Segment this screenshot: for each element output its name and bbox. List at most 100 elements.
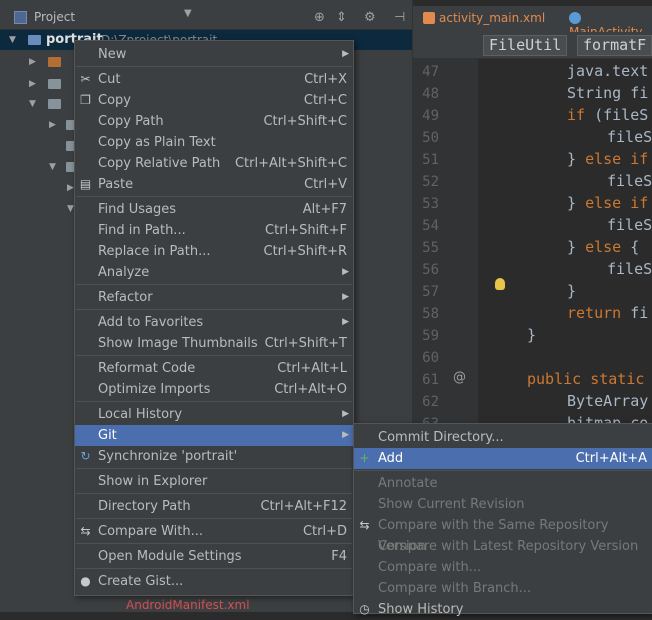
menu-item-create-gist[interactable]: ● Create Gist... [75,571,353,592]
code-text: (fileS [585,106,649,124]
code-line[interactable]: fileS [607,128,652,146]
hide-panel-icon[interactable]: ⊣ [394,10,405,25]
collapse-arrow-icon[interactable]: ▶ [49,120,56,130]
chevron-down-icon[interactable]: ▼ [184,8,192,19]
code-line[interactable]: String fi [567,84,648,102]
collapse-arrow-icon[interactable]: ▶ [67,183,74,193]
expand-arrow-icon[interactable]: ▼ [49,162,56,172]
menu-item-label: Copy [98,93,131,108]
line-number: 60 [422,350,439,366]
menu-item-show-in-explorer[interactable]: Show in Explorer [75,471,353,492]
menu-item-add-to-favorites[interactable]: Add to Favorites ▶ [75,312,353,333]
menu-item-refactor[interactable]: Refactor ▶ [75,287,353,308]
collapse-arrow-icon[interactable]: ▶ [29,79,36,89]
menu-item-shortcut: Ctrl+Shift+C [263,114,347,129]
menu-item-commit-directory[interactable]: Commit Directory... [354,427,652,448]
compare-icon: ⇆ [359,518,370,532]
override-marker-icon[interactable]: @ [453,370,466,385]
code-line[interactable]: fileS [607,260,652,278]
code-line[interactable]: ByteArray [567,392,648,410]
menu-item-copy[interactable]: ❐ Copy Ctrl+C [75,90,353,111]
menu-item-paste[interactable]: ▤ Paste Ctrl+V [75,174,353,195]
target-icon[interactable]: ⊕ [314,10,325,25]
menu-item-shortcut: F4 [331,549,347,564]
paste-icon: ▤ [79,177,92,191]
line-number: 47 [422,64,439,80]
menu-item-shortcut: Ctrl+Shift+F [265,223,347,238]
menu-item-open-module-settings[interactable]: Open Module Settings F4 [75,546,353,567]
menu-separator [76,493,352,494]
line-number: 57 [422,284,439,300]
code-line[interactable]: return fi [567,304,648,322]
menu-item-directory-path[interactable]: Directory Path Ctrl+Alt+F12 [75,496,353,517]
menu-item-find-usages[interactable]: Find Usages Alt+F7 [75,199,353,220]
expand-arrow-icon[interactable]: ▼ [29,99,36,109]
code-line[interactable]: fileS [607,172,652,190]
code-line[interactable]: } [527,326,536,344]
line-number: 62 [422,394,439,410]
menu-item-label: Git [98,428,117,443]
menu-separator [355,470,652,471]
menu-item-analyze[interactable]: Analyze ▶ [75,262,353,283]
menu-item-new[interactable]: New ▶ [75,44,353,65]
line-number: 49 [422,108,439,124]
menu-item-compare-with-latest-repository-version[interactable]: Compare with Latest Repository Version [354,536,652,557]
menu-item-label: Analyze [98,265,150,280]
expand-arrow-icon[interactable]: ▼ [9,35,16,45]
menu-item-find-in-path[interactable]: Find in Path... Ctrl+Shift+F [75,220,353,241]
expand-arrow-icon[interactable]: ▼ [67,204,74,214]
code-line[interactable]: } else if [567,150,648,168]
menu-item-reformat-code[interactable]: Reformat Code Ctrl+Alt+L [75,358,353,379]
breadcrumb-item[interactable]: formatF [577,35,652,56]
menu-item-local-history[interactable]: Local History ▶ [75,404,353,425]
menu-item-git[interactable]: Git ▶ [75,425,353,446]
menu-item-optimize-imports[interactable]: Optimize Imports Ctrl+Alt+O [75,379,353,400]
menu-separator [76,355,352,356]
add-icon: + [359,451,370,465]
menu-item-compare-with-the-same-repository-version[interactable]: ⇆ Compare with the Same Repository Versio… [354,515,652,554]
menu-item-copy-as-plain-text[interactable]: Copy as Plain Text [75,132,353,153]
manifest-file[interactable]: AndroidManifest.xml [126,598,250,612]
menu-item-show-history[interactable]: ◷ Show History [354,599,652,620]
menu-item-shortcut: Ctrl+C [303,93,347,108]
collapse-arrow-icon[interactable]: ▶ [29,57,36,67]
line-number: 55 [422,240,439,256]
menu-item-compare-with[interactable]: ⇆ Compare With... Ctrl+D [75,521,353,542]
menu-separator [76,568,352,569]
menu-item-replace-in-path[interactable]: Replace in Path... Ctrl+Shift+R [75,241,353,262]
project-panel-header: Project ▼ ⊕ ⇕ ⚙ ⊣ [0,6,412,30]
menu-item-cut[interactable]: ✂ Cut Ctrl+X [75,69,353,90]
code-line[interactable]: fileS [607,216,652,234]
menu-item-synchronize-portrait[interactable]: ↻ Synchronize 'portrait' [75,446,353,467]
breadcrumb: FileUtil formatF [413,32,652,59]
collapse-all-icon[interactable]: ⇕ [336,10,347,25]
menu-item-label: Show Current Revision [378,497,525,512]
menu-item-show-current-revision[interactable]: Show Current Revision [354,494,652,515]
project-panel-title[interactable]: Project [34,10,75,24]
tab-activity-main[interactable]: activity_main.xml [423,11,545,25]
menu-item-add[interactable]: + Add Ctrl+Alt+A [354,448,652,469]
menu-item-show-image-thumbnails[interactable]: Show Image Thumbnails Ctrl+Shift+T [75,333,353,354]
breadcrumb-item[interactable]: FileUtil [483,35,568,56]
code-line[interactable]: } else if [567,194,648,212]
menu-item-annotate[interactable]: Annotate [354,473,652,494]
menu-item-compare-with[interactable]: Compare with... [354,557,652,578]
lightbulb-icon[interactable] [495,278,505,290]
menu-item-label: Find in Path... [98,223,186,238]
menu-item-label: Show Image Thumbnails [98,336,258,351]
gear-icon[interactable]: ⚙ [364,10,376,25]
code-line[interactable]: java.text [567,62,648,80]
menu-item-copy-path[interactable]: Copy Path Ctrl+Shift+C [75,111,353,132]
menu-item-shortcut: Ctrl+Alt+F12 [260,499,347,514]
code-line[interactable]: } [567,282,576,300]
menu-item-compare-with-branch[interactable]: Compare with Branch... [354,578,652,599]
code-line[interactable]: } else { [567,238,639,256]
menu-item-copy-relative-path[interactable]: Copy Relative Path Ctrl+Alt+Shift+C [75,153,353,174]
cut-icon: ✂ [80,72,91,86]
menu-item-label: Cut [98,72,121,87]
code-line[interactable]: public static [527,370,644,388]
code-line[interactable]: if (fileS [567,106,648,124]
github-icon: ● [80,574,91,588]
menu-separator [76,543,352,544]
line-number: 52 [422,174,439,190]
